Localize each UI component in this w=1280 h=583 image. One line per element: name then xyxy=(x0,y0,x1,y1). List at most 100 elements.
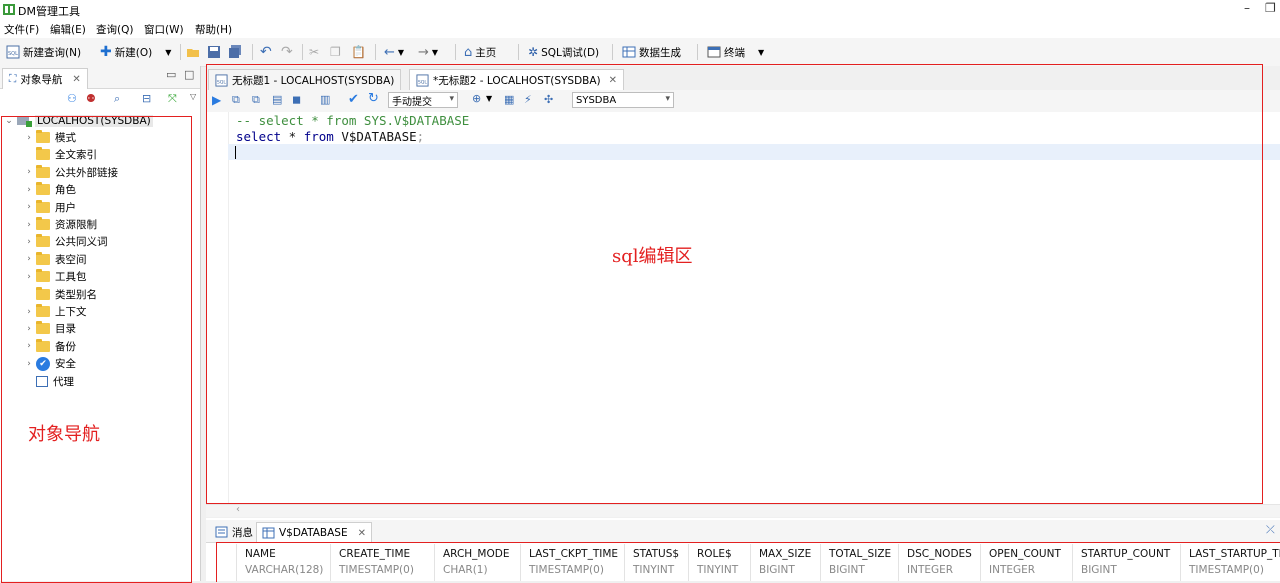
menu-file[interactable]: 文件(F) xyxy=(4,22,39,37)
chevron-right-icon[interactable]: › xyxy=(22,272,36,282)
tab-messages[interactable]: 消息 xyxy=(210,522,258,542)
tab-untitled-2[interactable]: SQL *无标题2 - LOCALHOST(SYSDBA) ✕ xyxy=(409,69,625,91)
chevron-right-icon[interactable]: › xyxy=(22,185,36,195)
chevron-right-icon[interactable]: › xyxy=(22,359,36,369)
tree-item[interactable]: 全文索引 xyxy=(22,146,97,163)
column-header[interactable]: TOTAL_SIZE BIGINT xyxy=(820,544,898,581)
tree-root-localhost[interactable]: ⌄ LOCALHOST(SYSDBA) xyxy=(2,112,153,129)
back-button[interactable]: ← ▼ xyxy=(384,43,404,61)
tab-untitled-1[interactable]: SQL 无标题1 - LOCALHOST(SYSDBA) xyxy=(208,69,402,91)
data-gen-button[interactable]: 数据生成 xyxy=(622,43,681,61)
menu-query[interactable]: 查询(Q) xyxy=(96,22,133,37)
minimize-icon[interactable]: ▭ xyxy=(166,68,176,81)
chevron-down-icon[interactable]: ▼ xyxy=(165,48,171,57)
commit-icon[interactable]: ✔ xyxy=(348,92,359,107)
save-all-button[interactable] xyxy=(228,43,242,61)
tree-item[interactable]: › 公共同义词 xyxy=(22,233,108,250)
chevron-right-icon[interactable]: › xyxy=(22,133,36,143)
terminal-button[interactable]: 终端 ▼ xyxy=(707,43,764,61)
tree-item[interactable]: › 公共外部链接 xyxy=(22,164,118,181)
column-header[interactable]: LAST_CKPT_TIME TIMESTAMP(0) xyxy=(520,544,624,581)
tree-item[interactable]: › 资源限制 xyxy=(22,216,97,233)
open-button[interactable] xyxy=(186,43,200,61)
statistics-icon[interactable]: ▥ xyxy=(320,93,330,106)
column-header[interactable]: ROLE$ TINYINT xyxy=(688,544,750,581)
paste-button[interactable]: 📋 xyxy=(351,43,366,61)
chevron-right-icon[interactable]: › xyxy=(22,254,36,264)
horizontal-scrollbar[interactable]: ‹ xyxy=(206,504,1280,517)
column-header[interactable]: CREATE_TIME TIMESTAMP(0) xyxy=(330,544,434,581)
close-icon[interactable]: ✕ xyxy=(358,528,366,539)
home-button[interactable]: ⌂ 主页 xyxy=(464,43,496,61)
chevron-right-icon[interactable]: › xyxy=(22,324,36,334)
search-icon[interactable]: ⌕ xyxy=(114,92,120,106)
column-header[interactable]: DSC_NODES INTEGER xyxy=(898,544,980,581)
chevron-down-icon[interactable]: ⌄ xyxy=(2,116,16,126)
format-icon[interactable]: ⚡ xyxy=(524,93,532,106)
tree-item[interactable]: › 模式 xyxy=(22,129,76,146)
redo-button[interactable]: ↷ xyxy=(281,43,293,61)
collapse-all-icon[interactable]: ⊟ xyxy=(142,92,151,105)
stop-icon[interactable]: ◼ xyxy=(292,93,301,106)
new-button[interactable]: ✚ 新建(O) ▼ xyxy=(100,43,171,61)
save-button[interactable] xyxy=(207,43,221,61)
explain-icon[interactable]: ▤ xyxy=(272,93,282,106)
tree-item[interactable]: › 备份 xyxy=(22,338,76,355)
run-script-icon[interactable]: ⧉ xyxy=(232,93,240,107)
tree-item[interactable]: › 用户 xyxy=(22,199,76,216)
schema-select[interactable]: SYSDBA ▾ xyxy=(572,92,674,108)
run-selected-icon[interactable]: ⧉ xyxy=(252,93,260,107)
chevron-right-icon[interactable]: › xyxy=(22,237,36,247)
view-menu-icon[interactable]: ▽ xyxy=(190,92,196,101)
tree-item[interactable]: › ✔ 安全 xyxy=(22,355,76,372)
maximize-icon[interactable]: □ xyxy=(184,68,194,81)
commit-mode-select[interactable]: 手动提交 ▾ xyxy=(388,92,458,108)
chevron-down-icon[interactable]: ▼ xyxy=(432,48,438,57)
new-query-button[interactable]: SQL 新建查询(N) xyxy=(6,43,81,61)
menu-window[interactable]: 窗口(W) xyxy=(144,22,184,37)
chevron-down-icon[interactable]: ▼ xyxy=(398,48,404,57)
close-icon[interactable]: ✕ xyxy=(609,75,617,86)
restore-icon[interactable]: ❐ xyxy=(1265,1,1276,15)
run-icon[interactable]: ▶ xyxy=(212,93,221,107)
column-header[interactable]: ARCH_MODE CHAR(1) xyxy=(434,544,520,581)
column-header[interactable]: OPEN_COUNT INTEGER xyxy=(980,544,1072,581)
chevron-right-icon[interactable]: › xyxy=(22,341,36,351)
copy-button[interactable]: ❐ xyxy=(330,43,341,61)
column-header[interactable]: LAST_STARTUP_TIME TIMESTAMP(0) xyxy=(1180,544,1280,581)
expand-icon[interactable]: ⤧ xyxy=(168,92,177,106)
rollback-icon[interactable]: ↻ xyxy=(368,91,379,106)
chevron-down-icon[interactable]: ▼ xyxy=(486,94,492,103)
column-header[interactable]: STARTUP_COUNT BIGINT xyxy=(1072,544,1180,581)
close-all-icon[interactable]: ⤫ xyxy=(1266,523,1275,537)
forward-button[interactable]: → ▼ xyxy=(418,43,438,61)
chevron-right-icon[interactable]: › xyxy=(22,202,36,212)
undo-button[interactable]: ↶ xyxy=(260,43,272,61)
disconnect-icon[interactable]: ⚉ xyxy=(86,92,96,105)
chevron-right-icon[interactable]: › xyxy=(22,307,36,317)
connect-icon[interactable]: ⚇ xyxy=(67,92,77,105)
menu-edit[interactable]: 编辑(E) xyxy=(50,22,86,37)
tree-item[interactable]: › 表空间 xyxy=(22,251,87,268)
column-header[interactable]: NAME VARCHAR(128) xyxy=(236,544,330,581)
target-icon[interactable]: ⊕ xyxy=(472,92,481,105)
chevron-down-icon[interactable]: ▼ xyxy=(758,48,764,57)
tree-item[interactable]: › 上下文 xyxy=(22,303,87,320)
cut-button[interactable]: ✂ xyxy=(309,43,319,61)
tree-item[interactable]: › 目录 xyxy=(22,320,76,337)
scroll-left-icon[interactable]: ‹ xyxy=(236,504,240,515)
tab-vdatabase[interactable]: V$DATABASE ✕ xyxy=(256,522,372,543)
sql-debug-button[interactable]: ✲ SQL调试(D) xyxy=(528,43,599,61)
close-icon[interactable]: ✕ xyxy=(72,74,80,85)
code-editor[interactable]: -- select * from SYS.V$DATABASE select *… xyxy=(206,112,1280,504)
menu-help[interactable]: 帮助(H) xyxy=(195,22,232,37)
column-header[interactable]: STATUS$ TINYINT xyxy=(624,544,688,581)
chevron-right-icon[interactable]: › xyxy=(22,220,36,230)
tree-item[interactable]: › 角色 xyxy=(22,181,76,198)
chevron-right-icon[interactable]: › xyxy=(22,167,36,177)
tree-item[interactable]: 类型别名 xyxy=(22,286,97,303)
split-icon[interactable]: ✣ xyxy=(544,93,553,106)
calendar-icon[interactable]: ▦ xyxy=(504,93,514,106)
column-header[interactable]: MAX_SIZE BIGINT xyxy=(750,544,820,581)
tab-object-navigator[interactable]: ⛶ 对象导航 ✕ xyxy=(2,68,88,89)
